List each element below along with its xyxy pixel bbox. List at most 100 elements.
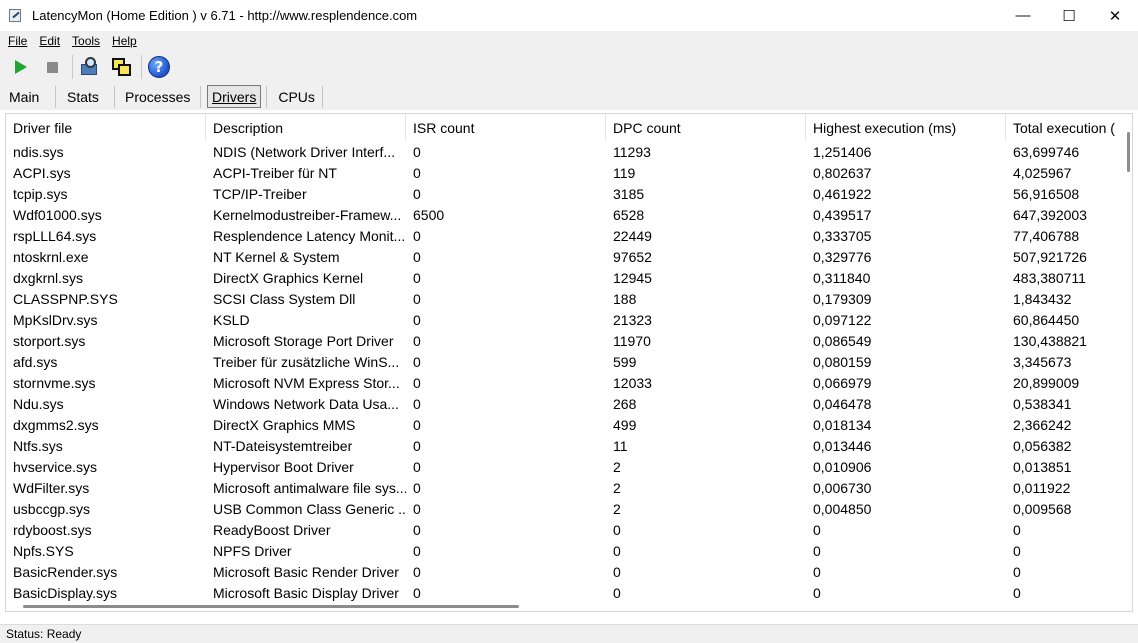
description-cell: NPFS Driver xyxy=(213,542,292,559)
isr-count-cell: 0 xyxy=(413,374,421,391)
table-row[interactable]: BasicRender.sys Microsoft Basic Render Dr… xyxy=(6,561,1118,582)
tab-main[interactable]: Main xyxy=(9,85,55,108)
help-icon: ? xyxy=(148,56,170,78)
toolbar: ? xyxy=(0,51,1138,83)
tab-processes[interactable]: Processes xyxy=(125,85,200,108)
total-execution-cell: 2,366242 xyxy=(1013,416,1072,433)
table-row[interactable]: usbccgp.sys USB Common Class Generic ... 0… xyxy=(6,498,1118,519)
description-cell: Windows Network Data Usa... xyxy=(213,395,399,412)
column-header-isr-count[interactable]: ISR count xyxy=(406,114,606,141)
table-row[interactable]: ACPI.sys ACPI-Treiber für NT 0 119 0,802637 4… xyxy=(6,162,1118,183)
highest-execution-cell: 0,179309 xyxy=(813,290,872,307)
toolbar-separator xyxy=(141,55,142,79)
table-row[interactable]: rdyboost.sys ReadyBoost Driver 0 0 0 0 xyxy=(6,519,1118,540)
start-button[interactable] xyxy=(8,54,34,80)
driver-file-cell: dxgmms2.sys xyxy=(13,416,99,433)
driver-file-cell: stornvme.sys xyxy=(13,374,96,391)
tab-stats[interactable]: Stats xyxy=(67,85,114,108)
table-row[interactable]: Ntfs.sys NT-Dateisystemtreiber 0 11 0,013446… xyxy=(6,435,1118,456)
driver-file-cell: ACPI.sys xyxy=(13,164,71,181)
total-execution-cell: 56,916508 xyxy=(1013,185,1080,202)
total-execution-cell: 0,013851 xyxy=(1013,458,1072,475)
inspect-button[interactable] xyxy=(77,54,103,80)
table-row[interactable]: storport.sys Microsoft Storage Port Drive… xyxy=(6,330,1118,351)
table-row[interactable]: Wdf01000.sys Kernelmodustreiber-Framew...… xyxy=(6,204,1118,225)
description-cell: Microsoft antimalware file sys... xyxy=(213,479,406,496)
table-row[interactable]: WdFilter.sys Microsoft antimalware file s… xyxy=(6,477,1118,498)
column-header-driver-file[interactable]: Driver file xyxy=(6,114,206,141)
highest-execution-cell: 0 xyxy=(813,542,821,559)
description-cell: ACPI-Treiber für NT xyxy=(213,164,337,181)
total-execution-cell: 0 xyxy=(1013,584,1021,601)
table-row[interactable]: ntoskrnl.exe NT Kernel & System 0 97652 0,32… xyxy=(6,246,1118,267)
total-execution-cell: 3,345673 xyxy=(1013,353,1072,370)
driver-file-cell: Wdf01000.sys xyxy=(13,206,102,223)
highest-execution-cell: 0,311840 xyxy=(813,269,871,286)
minimize-button[interactable]: — xyxy=(1000,0,1046,31)
table-row[interactable]: dxgkrnl.sys DirectX Graphics Kernel 0 12945… xyxy=(6,267,1118,288)
table-row[interactable]: afd.sys Treiber für zusätzliche WinS... 0 5… xyxy=(6,351,1118,372)
horizontal-scrollbar[interactable] xyxy=(6,601,1132,611)
table-row[interactable]: BasicDisplay.sys Microsoft Basic Display … xyxy=(6,582,1118,603)
dpc-count-cell: 2 xyxy=(613,458,621,475)
isr-count-cell: 0 xyxy=(413,458,421,475)
isr-count-cell: 0 xyxy=(413,248,421,265)
stop-button[interactable] xyxy=(39,54,65,80)
isr-count-cell: 0 xyxy=(413,563,421,580)
window-title: LatencyMon (Home Edition ) v 6.71 - http… xyxy=(32,8,418,23)
isr-count-cell: 6500 xyxy=(413,206,445,223)
table-row[interactable]: stornvme.sys Microsoft NVM Express Stor..… xyxy=(6,372,1118,393)
column-header-total-execution[interactable]: Total execution ( xyxy=(1006,114,1118,141)
isr-count-cell: 0 xyxy=(413,353,421,370)
highest-execution-cell: 1,251406 xyxy=(813,143,872,160)
column-header-highest-execution[interactable]: Highest execution (ms) xyxy=(806,114,1006,141)
tab-divider xyxy=(200,85,201,108)
highest-execution-cell: 0 xyxy=(813,521,821,538)
table-row[interactable]: MpKslDrv.sys KSLD 0 21323 0,097122 60,864450 xyxy=(6,309,1118,330)
driver-file-cell: CLASSPNP.SYS xyxy=(13,290,118,307)
list-header: Driver file Description ISR count DPC co… xyxy=(6,114,1118,141)
help-button[interactable]: ? xyxy=(146,54,172,80)
menu-edit[interactable]: Edit xyxy=(37,34,62,48)
table-row[interactable]: Ndu.sys Windows Network Data Usa... 0 268 0,… xyxy=(6,393,1118,414)
table-row[interactable]: rspLLL64.sys Resplendence Latency Monit..… xyxy=(6,225,1118,246)
dpc-count-cell: 119 xyxy=(613,164,636,181)
tab-drivers[interactable]: Drivers xyxy=(207,85,262,108)
total-execution-cell: 507,921726 xyxy=(1013,248,1087,265)
table-row[interactable]: tcpip.sys TCP/IP-Treiber 0 3185 0,461922 56,9… xyxy=(6,183,1118,204)
highest-execution-cell: 0,439517 xyxy=(813,206,872,223)
tab-cpus[interactable]: CPUs xyxy=(278,85,322,108)
table-row[interactable]: ndis.sys NDIS (Network Driver Interf... 0 1… xyxy=(6,141,1118,162)
menu-help[interactable]: Help xyxy=(110,34,139,48)
isr-count-cell: 0 xyxy=(413,416,421,433)
maximize-button[interactable]: ☐ xyxy=(1046,0,1092,31)
driver-file-cell: MpKslDrv.sys xyxy=(13,311,98,328)
description-cell: SCSI Class System Dll xyxy=(213,290,356,307)
total-execution-cell: 0,056382 xyxy=(1013,437,1072,454)
description-cell: NDIS (Network Driver Interf... xyxy=(213,143,396,160)
latencymon-app-icon xyxy=(8,8,24,24)
highest-execution-cell: 0,018134 xyxy=(813,416,872,433)
menu-tools[interactable]: Tools xyxy=(70,34,102,48)
close-button[interactable]: ✕ xyxy=(1092,0,1138,31)
driver-file-cell: Ntfs.sys xyxy=(13,437,63,454)
table-row[interactable]: CLASSPNP.SYS SCSI Class System Dll 0 188 0,1… xyxy=(6,288,1118,309)
vertical-scroll-thumb[interactable] xyxy=(1127,132,1130,172)
highest-execution-cell: 0,046478 xyxy=(813,395,872,412)
column-header-dpc-count[interactable]: DPC count xyxy=(606,114,806,141)
vertical-scrollbar[interactable] xyxy=(1122,142,1130,582)
table-row[interactable]: dxgmms2.sys DirectX Graphics MMS 0 499 0,018… xyxy=(6,414,1118,435)
table-row[interactable]: hvservice.sys Hypervisor Boot Driver 0 2 0,0… xyxy=(6,456,1118,477)
table-row[interactable]: Npfs.SYS NPFS Driver 0 0 0 0 xyxy=(6,540,1118,561)
windows-button[interactable] xyxy=(108,54,134,80)
dpc-count-cell: 12945 xyxy=(613,269,652,286)
description-cell: Hypervisor Boot Driver xyxy=(213,458,354,475)
description-cell: Kernelmodustreiber-Framew... xyxy=(213,206,402,223)
driver-file-cell: afd.sys xyxy=(13,353,58,370)
isr-count-cell: 0 xyxy=(413,311,421,328)
horizontal-scroll-thumb[interactable] xyxy=(23,605,519,608)
dpc-count-cell: 11 xyxy=(613,437,628,454)
highest-execution-cell: 0,333705 xyxy=(813,227,872,244)
menu-file[interactable]: File xyxy=(6,34,29,48)
column-header-description[interactable]: Description xyxy=(206,114,406,141)
